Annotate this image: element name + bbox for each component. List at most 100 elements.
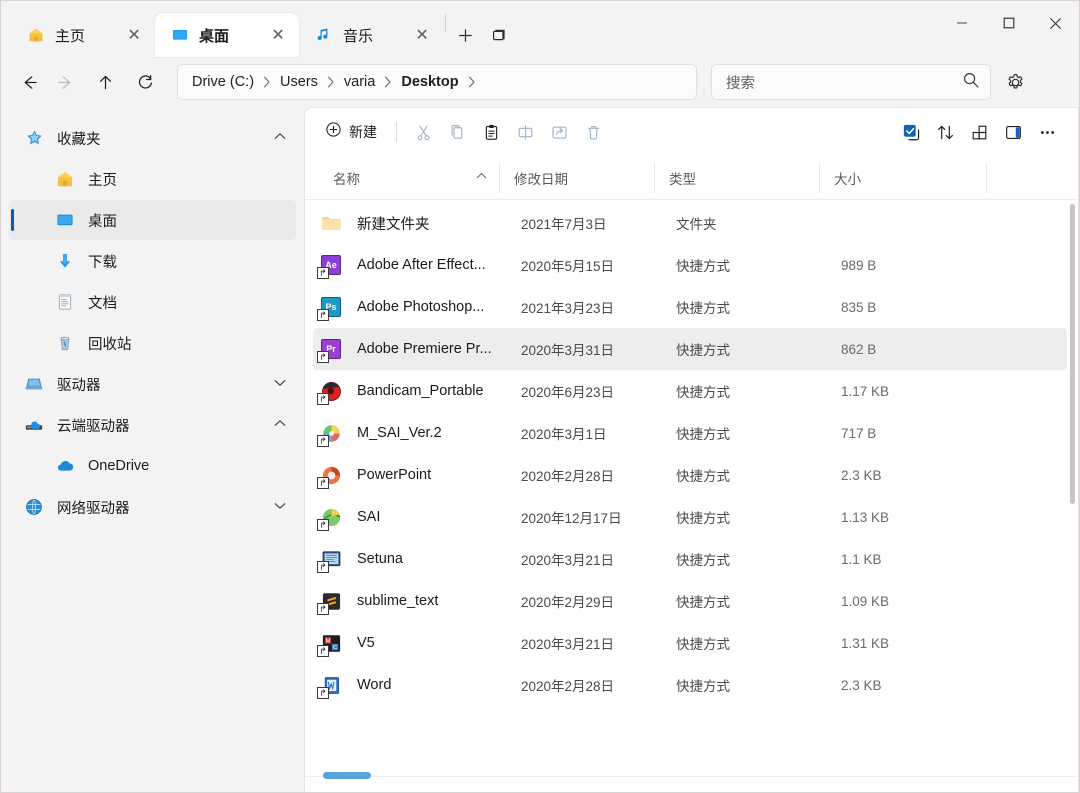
sort-button[interactable] — [928, 115, 962, 149]
sidebar-item-onedrive[interactable]: OneDrive — [9, 446, 296, 486]
column-header-type[interactable]: 类型 — [654, 162, 819, 193]
close-button[interactable] — [1032, 1, 1079, 45]
folder-icon — [319, 211, 343, 235]
forward-button[interactable] — [47, 64, 83, 100]
file-name: sublime_text — [357, 593, 439, 609]
drive-icon — [23, 373, 45, 395]
vertical-scroll-thumb[interactable] — [1070, 204, 1075, 504]
horizontal-scrollbar[interactable] — [305, 772, 1078, 780]
sidebar-item-drives[interactable]: 驱动器 — [9, 364, 296, 404]
file-size: 862 B — [841, 341, 877, 357]
new-tab-button[interactable] — [448, 18, 482, 52]
select-button[interactable] — [894, 115, 928, 149]
cut-button[interactable] — [406, 115, 440, 149]
vertical-scrollbar[interactable] — [1068, 204, 1076, 504]
table-row[interactable]: Ae ↱ Adobe After Effect... 2020年5月15日 快捷… — [313, 244, 1067, 286]
shortcut-arrow-badge: ↱ — [317, 267, 329, 279]
sidebar-item-documents[interactable]: 文档 — [9, 282, 296, 322]
settings-button[interactable] — [997, 64, 1033, 100]
maximize-button[interactable] — [985, 1, 1032, 45]
chevron-right-icon[interactable] — [322, 76, 340, 88]
table-row[interactable]: ↱ PowerPoint 2020年2月28日 快捷方式 2.3 KB — [313, 454, 1067, 496]
table-row[interactable]: ↱ Setuna 2020年3月21日 快捷方式 1.1 KB — [313, 538, 1067, 580]
breadcrumb-item[interactable]: Users — [276, 72, 322, 92]
column-header-date[interactable]: 修改日期 — [499, 162, 654, 193]
back-button[interactable] — [11, 64, 47, 100]
more-button[interactable] — [1030, 115, 1064, 149]
file-size: 1.1 KB — [841, 551, 882, 567]
chevron-down-icon[interactable] — [274, 501, 286, 513]
chevron-right-icon[interactable] — [379, 76, 397, 88]
tab-close-icon[interactable]: ✕ — [409, 22, 435, 48]
file-list: 新建文件夹 2021年7月3日 文件夹 Ae ↱ Adobe After Eff… — [305, 200, 1078, 792]
search-placeholder: 搜索 — [726, 75, 755, 92]
delete-button[interactable] — [576, 115, 610, 149]
window-controls — [938, 1, 1079, 45]
tab-music[interactable]: 音乐 ✕ — [299, 13, 443, 57]
file-name: 新建文件夹 — [357, 216, 430, 233]
horizontal-scroll-thumb[interactable] — [323, 772, 371, 779]
new-button[interactable]: 新建 — [319, 115, 387, 149]
file-date: 2020年12月17日 — [521, 511, 622, 526]
minimize-button[interactable] — [938, 1, 985, 45]
table-row[interactable]: Ps ↱ Adobe Photoshop... 2021年3月23日 快捷方式 … — [313, 286, 1067, 328]
column-label: 大小 — [834, 171, 861, 187]
table-row[interactable]: ↱ sublime_text 2020年2月29日 快捷方式 1.09 KB — [313, 580, 1067, 622]
navigation-sidebar: 收藏夹 主页 桌面 下载 文档 回收站 驱动器 云端驱动器 OneDrive 网… — [1, 107, 304, 792]
table-row[interactable]: ↱ SAI 2020年12月17日 快捷方式 1.13 KB — [313, 496, 1067, 538]
breadcrumb-item[interactable]: Drive (C:) — [188, 72, 258, 92]
file-date: 2020年3月31日 — [521, 343, 615, 358]
sidebar-item-favorites[interactable]: 收藏夹 — [9, 118, 296, 158]
breadcrumb-item[interactable]: varia — [340, 72, 379, 92]
table-row[interactable]: 新建文件夹 2021年7月3日 文件夹 — [313, 202, 1067, 244]
tab-list-button[interactable] — [482, 18, 516, 52]
sidebar-item-label: 网络驱动器 — [57, 500, 130, 517]
table-row[interactable]: ↱ M_SAI_Ver.2 2020年3月1日 快捷方式 717 B — [313, 412, 1067, 454]
breadcrumb-item-current[interactable]: Desktop — [397, 72, 462, 92]
chevron-down-icon[interactable] — [274, 378, 286, 390]
setuna-icon: ↱ — [317, 547, 343, 573]
copy-button[interactable] — [440, 115, 474, 149]
home-icon — [27, 26, 45, 44]
sidebar-item-recycle-bin[interactable]: 回收站 — [9, 323, 296, 363]
refresh-button[interactable] — [127, 64, 163, 100]
paste-button[interactable] — [474, 115, 508, 149]
table-row[interactable]: ↱ Word 2020年2月28日 快捷方式 2.3 KB — [313, 664, 1067, 706]
table-row[interactable]: Pr ↱ Adobe Premiere Pr... 2020年3月31日 快捷方… — [313, 328, 1067, 370]
table-row[interactable]: ↱ Bandicam_Portable 2020年6月23日 快捷方式 1.17… — [313, 370, 1067, 412]
up-button[interactable] — [87, 64, 123, 100]
details-pane-button[interactable] — [996, 115, 1030, 149]
shortcut-arrow-badge: ↱ — [317, 687, 329, 699]
chevron-up-icon[interactable] — [274, 419, 286, 431]
table-row[interactable]: MC ↱ V5 2020年3月21日 快捷方式 1.31 KB — [313, 622, 1067, 664]
tab-separator — [445, 14, 447, 32]
chevron-right-icon[interactable] — [463, 76, 481, 88]
sidebar-item-downloads[interactable]: 下载 — [9, 241, 296, 281]
view-button[interactable] — [962, 115, 996, 149]
sidebar-item-desktop[interactable]: 桌面 — [9, 200, 296, 240]
network-drive-icon — [23, 496, 45, 518]
column-header-size[interactable]: 大小 — [819, 162, 986, 193]
tab-close-icon[interactable]: ✕ — [265, 22, 291, 48]
column-label: 名称 — [333, 171, 360, 187]
sidebar-item-cloud-drives[interactable]: 云端驱动器 — [9, 405, 296, 445]
file-type: 快捷方式 — [676, 511, 730, 526]
share-button[interactable] — [542, 115, 576, 149]
tab-close-icon[interactable]: ✕ — [121, 22, 147, 48]
sidebar-item-home[interactable]: 主页 — [9, 159, 296, 199]
chevron-up-icon[interactable] — [274, 132, 286, 144]
address-bar[interactable]: Drive (C:) Users varia Desktop — [177, 64, 697, 100]
chevron-right-icon[interactable] — [258, 76, 276, 88]
search-box[interactable]: 搜索 — [711, 64, 991, 100]
tab-home[interactable]: 主页 ✕ — [11, 13, 155, 57]
shortcut-arrow-badge: ↱ — [317, 351, 329, 363]
after-effects-icon: Ae ↱ — [317, 253, 343, 279]
search-icon[interactable] — [962, 71, 980, 94]
rename-button[interactable] — [508, 115, 542, 149]
column-header-name[interactable]: 名称 — [319, 163, 499, 193]
file-date: 2020年3月21日 — [521, 637, 615, 652]
tab-desktop[interactable]: 桌面 ✕ — [155, 13, 300, 57]
home-icon — [54, 168, 76, 190]
shortcut-arrow-badge: ↱ — [317, 645, 329, 657]
sidebar-item-network-drives[interactable]: 网络驱动器 — [9, 487, 296, 527]
